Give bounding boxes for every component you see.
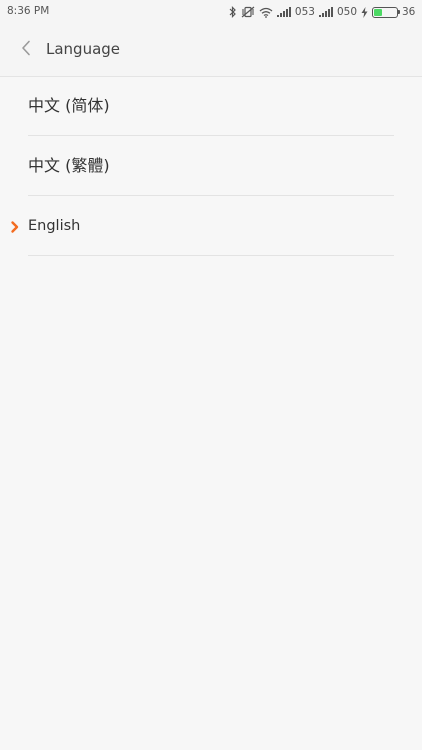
battery-icon [372,6,400,18]
charging-icon [361,6,368,18]
vibrate-mute-icon [241,6,255,18]
language-item-english[interactable]: English [0,196,422,256]
language-label: 中文 (简体) [28,96,110,115]
signal-1-text: 053 [294,6,315,18]
wifi-icon [259,7,273,18]
back-chevron-icon [21,40,31,60]
language-label: English [28,218,81,234]
status-time: 8:36 PM [7,5,50,17]
bluetooth-icon [229,6,237,18]
divider [28,255,394,256]
battery-tip [398,10,400,14]
action-bar: Language [0,24,422,77]
page-title: Language [46,40,121,58]
language-item-zh-hans[interactable]: 中文 (简体) [0,76,422,136]
language-list: 中文 (简体) 中文 (繁體) English [0,76,422,256]
status-bar: 8:36 PM 053 050 36 [0,0,422,24]
language-item-zh-hant[interactable]: 中文 (繁體) [0,136,422,196]
battery-percent: 36% [402,6,416,18]
signal-icon [276,7,291,17]
selected-chevron-icon [10,219,20,233]
signal-2-text: 050 [336,6,357,18]
signal-icon [318,7,333,17]
back-button[interactable] [12,36,40,64]
language-label: 中文 (繁體) [28,156,110,175]
battery-level-fill [374,8,382,16]
status-icons: 053 050 36% [229,4,416,20]
